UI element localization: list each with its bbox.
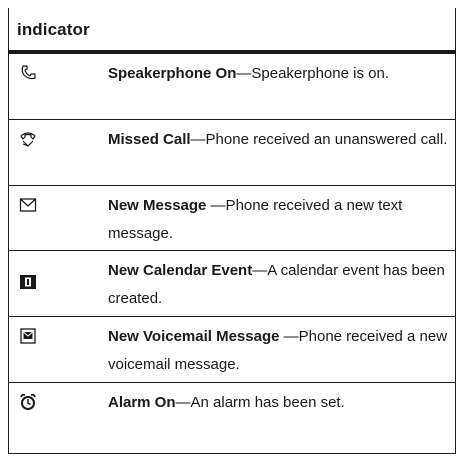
row-label: New Message — [108, 197, 207, 214]
calendar-icon — [17, 271, 39, 293]
row-label: New Calendar Event — [108, 262, 253, 279]
envelope-icon — [17, 194, 39, 216]
row-description: Missed Call—Phone received an unanswered… — [108, 126, 448, 154]
row-description: New Voicemail Message —Phone received a … — [108, 323, 448, 379]
table-row: Speakerphone On—Speakerphone is on. — [9, 54, 455, 119]
row-text: —Speakerphone is on. — [236, 65, 389, 82]
page: indicator Speakerphone On—Speakerphone i… — [0, 0, 464, 462]
voicemail-icon — [17, 325, 39, 347]
row-description: New Message —Phone received a new text m… — [108, 192, 448, 248]
table-header: indicator — [9, 8, 455, 54]
row-description: Speakerphone On—Speakerphone is on. — [108, 60, 448, 88]
table-header-label: indicator — [17, 20, 90, 39]
row-description: New Calendar Event—A calendar event has … — [108, 257, 448, 313]
table-row: New Voicemail Message —Phone received a … — [9, 316, 455, 382]
row-label: New Voicemail Message — [108, 328, 280, 345]
row-label: Alarm On — [108, 394, 176, 411]
table-row: New Message —Phone received a new text m… — [9, 185, 455, 250]
missed-call-icon — [17, 128, 39, 150]
row-label: Missed Call — [108, 131, 191, 148]
row-description: Alarm On—An alarm has been set. — [108, 389, 448, 417]
row-text: —Phone received an unanswered call. — [190, 131, 448, 148]
row-text: —An alarm has been set. — [175, 394, 345, 411]
alarm-clock-icon — [17, 391, 39, 413]
table-row: New Calendar Event—A calendar event has … — [9, 250, 455, 316]
table-row: Missed Call—Phone received an unanswered… — [9, 119, 455, 185]
indicator-table: indicator Speakerphone On—Speakerphone i… — [8, 8, 456, 454]
speakerphone-icon — [17, 62, 39, 84]
table-row: Alarm On—An alarm has been set. — [9, 382, 455, 453]
row-label: Speakerphone On — [108, 65, 237, 82]
